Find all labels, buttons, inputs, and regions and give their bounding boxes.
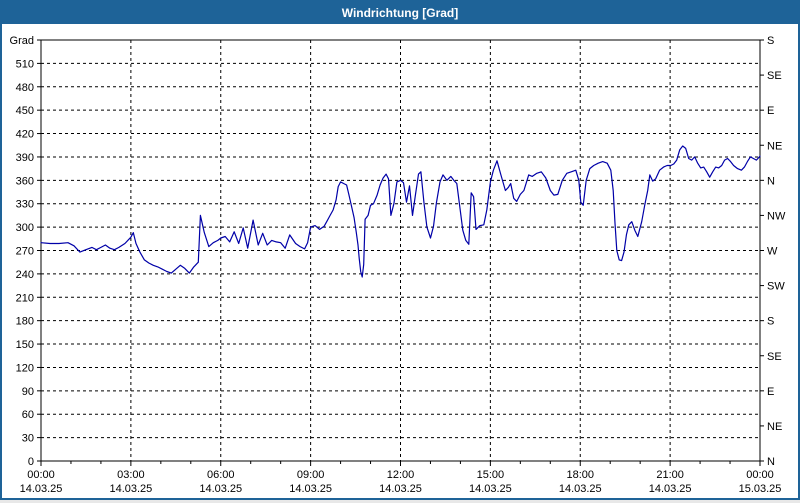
x-axis-date-label: 14.03.25: [379, 483, 422, 495]
y-axis-label: 300: [16, 222, 34, 234]
y-axis-label: 120: [16, 362, 34, 374]
right-axis-label: S: [767, 316, 774, 328]
window-title: Windrichtung [Grad]: [341, 6, 459, 20]
x-axis-time-label: 06:00: [207, 469, 235, 481]
x-axis-date-label: 14.03.25: [20, 483, 63, 495]
y-axis-unit-label: Grad: [10, 35, 34, 47]
right-axis-label: SE: [767, 351, 782, 363]
y-axis-label: 420: [16, 129, 34, 141]
y-axis-label: 240: [16, 269, 34, 281]
right-axis-label: N: [767, 456, 775, 468]
x-axis-time-label: 09:00: [297, 469, 325, 481]
right-axis-label: SW: [767, 281, 785, 293]
window-titlebar: Windrichtung [Grad]: [2, 2, 798, 24]
y-axis-label: 360: [16, 175, 34, 187]
chart-area: 0 30 60 90 120 150 180 210 240 270 300 330 360 390 420…: [2, 24, 798, 498]
y-axis-label: 150: [16, 339, 34, 351]
y-axis-label: 510: [16, 58, 34, 70]
x-axis-time-label: 21:00: [656, 469, 684, 481]
right-axis-label: E: [767, 386, 774, 398]
y-axis-label: 270: [16, 246, 34, 258]
right-axis-label: W: [767, 246, 778, 258]
right-axis-label: NE: [767, 421, 782, 433]
y-axis-label: 0: [28, 456, 34, 468]
y-axis-label: 330: [16, 199, 34, 211]
y-axis-label: 30: [22, 433, 34, 445]
x-axis-time-label: 15:00: [477, 469, 505, 481]
y-axis-label: 90: [22, 386, 34, 398]
x-axis-time-label: 03:00: [117, 469, 145, 481]
right-axis-label: S: [767, 35, 774, 47]
y-axis-label: 180: [16, 316, 34, 328]
right-axis-label: NE: [767, 140, 782, 152]
x-axis-time-label: 12:00: [387, 469, 415, 481]
chart-window: Windrichtung [Grad] 0 30 60 90 120 150 180 210 2…: [0, 0, 800, 500]
x-axis-date-label: 14.03.25: [199, 483, 242, 495]
right-axis-label: SE: [767, 70, 782, 82]
y-axis-label: 450: [16, 105, 34, 117]
y-axis-label: 210: [16, 292, 34, 304]
x-axis-date-label: 14.03.25: [559, 483, 602, 495]
x-axis-time-label: 00:00: [746, 469, 774, 481]
right-axis-label: E: [767, 105, 774, 117]
x-axis-date-label: 14.03.25: [649, 483, 692, 495]
y-axis-label: 390: [16, 152, 34, 164]
wind-direction-chart: 0 30 60 90 120 150 180 210 240 270 300 330 360 390 420…: [10, 35, 786, 495]
x-axis-time-label: 00:00: [27, 469, 55, 481]
x-axis-date-label: 14.03.25: [109, 483, 152, 495]
right-axis-label: NW: [767, 210, 786, 222]
x-axis-date-label: 14.03.25: [469, 483, 512, 495]
x-axis-time-label: 18:00: [566, 469, 594, 481]
x-axis-date-label: 15.03.25: [739, 483, 782, 495]
x-axis-date-label: 14.03.25: [289, 483, 332, 495]
y-axis-label: 60: [22, 409, 34, 421]
right-axis-label: N: [767, 175, 775, 187]
y-axis-label: 480: [16, 82, 34, 94]
